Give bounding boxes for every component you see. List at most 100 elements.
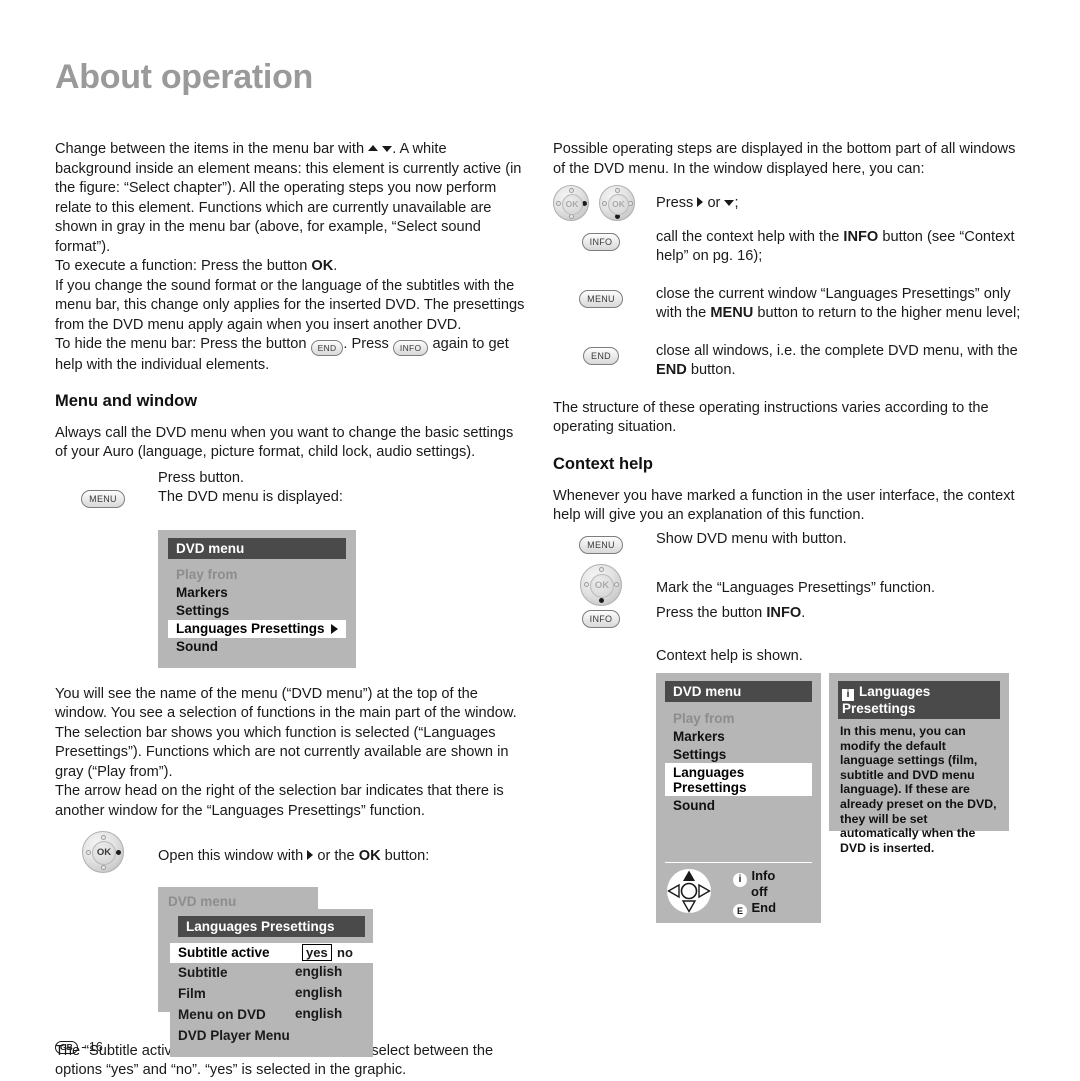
step-open-window: OK Open this window with or the OK butto…	[55, 831, 525, 873]
page-number: 16	[88, 1040, 103, 1054]
after-fig1-p1: You will see the name of the menu (“DVD …	[55, 685, 517, 780]
osd-row-film-label: Film	[178, 986, 206, 1001]
info-key-icon: INFO	[392, 340, 429, 356]
navpad-dot-left	[85, 849, 91, 855]
navpad4-ok-label: OK	[590, 573, 614, 598]
menu-key-icon: MENU	[81, 489, 125, 508]
osd-item-play-from[interactable]: Play from	[168, 566, 346, 584]
navpad-ok-label: OK	[92, 841, 116, 865]
menu-key-icon-2: MENU	[579, 289, 623, 308]
figure-dvd-menu: DVD menu Play from Markers Settings Lang…	[158, 529, 356, 668]
intro-text-exec-b: .	[333, 258, 338, 274]
osd3-legend-end-label: End	[751, 900, 777, 915]
osd-option-no[interactable]: no	[337, 945, 353, 960]
osd-row-dvd-player-menu[interactable]: DVD Player Menu	[170, 1026, 373, 1047]
arrow-right-icon	[307, 850, 314, 860]
navpad3-dot-right	[628, 200, 634, 206]
step-ch-show-menu: MENU Show DVD menu with button.	[553, 530, 1028, 556]
step-press-c: ;	[734, 195, 739, 211]
step-press-icons: OK OK	[553, 185, 649, 221]
navpad2-dot-right-active	[582, 200, 587, 206]
press-arrow-right-icon	[697, 197, 704, 207]
heading-context-help: Context help	[553, 454, 653, 473]
ok-bold-label: OK	[311, 258, 334, 274]
navpad3-dot-left	[602, 200, 608, 206]
osd-row-menu-on-dvd-label: Menu on DVD	[178, 1007, 266, 1022]
osd3-item-markers[interactable]: Markers	[665, 727, 812, 745]
osd-item-languages-presettings-label: Languages Presettings	[176, 621, 325, 636]
step-ok-text-b: or the	[317, 848, 355, 864]
osd4-title-bar: i Languages Presettings	[838, 681, 1000, 719]
osd-row-subtitle-active-label: Subtitle active	[178, 945, 270, 960]
osd-row-subtitle-label: Subtitle	[178, 965, 228, 980]
footer: GB - 16	[55, 1040, 103, 1054]
info-key-icon-2: INFO	[581, 232, 621, 251]
osd3-item-play-from[interactable]: Play from	[665, 709, 812, 727]
step-ok-icon-wrap: OK	[55, 831, 151, 873]
navpad4-dot-up	[598, 567, 604, 572]
paragraph-right-1: Possible operating steps are displayed i…	[553, 141, 1016, 177]
step-end-close: END close all windows, i.e. the complete…	[553, 342, 1028, 381]
document-page: About operation Change between the items…	[0, 0, 1080, 1080]
info-badge-icon: i	[733, 873, 747, 887]
step-ok-text: Open this window with or the OK button:	[158, 837, 525, 867]
navpad2-dot-down	[568, 214, 574, 219]
figure-languages-presettings: DVD menu Languages Presettings Subtitle …	[158, 886, 373, 1057]
osd-row-menu-on-dvd[interactable]: Menu on DVD english	[170, 1005, 373, 1026]
info-key-icon-3: INFO	[581, 610, 621, 628]
osd-item-settings[interactable]: Settings	[168, 602, 346, 620]
navpad2-dot-left	[556, 200, 561, 206]
navigation-pad-down-icon-2: OK	[580, 563, 622, 606]
osd-row-subtitle[interactable]: Subtitle english	[170, 963, 373, 984]
osd-row-film-value: english	[295, 985, 343, 1000]
osd-item-sound[interactable]: Sound	[168, 638, 346, 656]
step-ch-menu-key-wrap: MENU	[553, 532, 649, 554]
osd-row-subtitle-value: english	[295, 964, 343, 979]
step-ch-info-key-wrap: INFO	[553, 606, 649, 628]
navpad3-ok-label: OK	[607, 193, 629, 215]
figure-context-help: DVD menu Play from Markers Settings Lang…	[656, 673, 1026, 923]
navpad4-dot-left	[583, 582, 589, 587]
intro-text-p4-b: . Press	[343, 336, 389, 352]
paragraph-intro-1: Change between the items in the menu bar…	[55, 140, 525, 376]
osd3-title: DVD menu	[665, 681, 812, 702]
page-title: About operation	[55, 58, 314, 96]
intro-text-a: Change between the items in the menu bar…	[55, 141, 365, 157]
step-menu-close-b: button to return to the higher menu leve…	[757, 305, 1021, 321]
step-menu-close-bold: MENU	[710, 305, 754, 321]
step-press-menu: MENU Press button. The DVD menu is displ…	[55, 469, 525, 508]
step-menu-close-text: close the current window “Languages Pres…	[656, 285, 1028, 324]
navpad-dot-up	[100, 834, 106, 840]
intro-text-b: . A white background inside an element m…	[55, 141, 522, 255]
osd-item-languages-presettings[interactable]: Languages Presettings	[168, 619, 346, 638]
osd3-item-sound[interactable]: Sound	[665, 796, 812, 814]
step-ch-info-bold: INFO	[766, 605, 802, 621]
submenu-arrow-icon	[331, 623, 338, 634]
step-info-a: call the context help with the	[656, 228, 840, 245]
osd-front-title: Languages Presettings	[178, 915, 365, 937]
osd-row-dvd-player-menu-label: DVD Player Menu	[178, 1028, 290, 1043]
osd-context-help-window: i Languages Presettings In this menu, you…	[829, 673, 1009, 855]
step-menu-line-1: Press button.	[158, 469, 244, 486]
left-column: Change between the items in the menu bar…	[55, 140, 525, 1081]
intro-text-p3: If you change the sound format or the la…	[55, 277, 525, 333]
step-end-close-bold: END	[656, 362, 687, 378]
paragraph-menu-window: Always call the DVD menu when you want t…	[55, 424, 514, 461]
step-press-arrows: OK OK Press or ;	[553, 185, 1028, 221]
step-ok-text-a: Open this window with	[158, 848, 304, 864]
step-ok-text-c: button:	[384, 848, 430, 864]
step-ch-nav-text: Mark the “Languages Presettings” functio…	[656, 579, 936, 596]
step-menu-key-wrap: MENU	[55, 486, 151, 508]
step-ch-info-text: Press the button INFO.	[656, 604, 1028, 624]
osd-row-subtitle-active[interactable]: Subtitle active yes no	[170, 942, 373, 963]
osd3-legend-off-label: off	[751, 884, 768, 899]
osd-option-yes[interactable]: yes	[302, 943, 332, 961]
osd3-item-languages-presettings[interactable]: Languages Presettings	[665, 763, 812, 796]
osd3-item-settings[interactable]: Settings	[665, 745, 812, 763]
osd-row-film[interactable]: Film english	[170, 984, 373, 1005]
osd-front-window: Languages Presettings Subtitle active ye…	[170, 908, 373, 1057]
end-badge-icon: E	[733, 904, 747, 918]
osd3-legend-info-label: Info	[751, 868, 776, 883]
osd-item-markers[interactable]: Markers	[168, 584, 346, 602]
footer-separator: -	[81, 1040, 86, 1054]
